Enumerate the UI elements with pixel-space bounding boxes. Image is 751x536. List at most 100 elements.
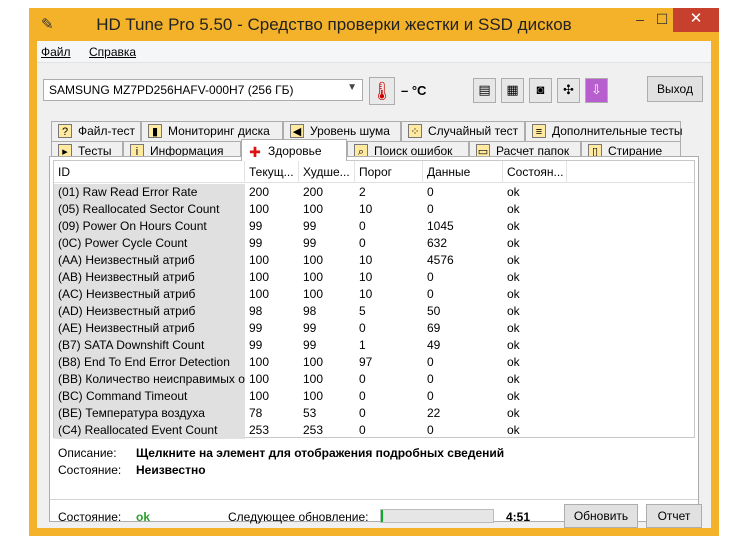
cell-id: (AE) Неизвестный атриб xyxy=(54,320,245,337)
cell-current: 99 xyxy=(249,321,263,335)
cell-worst: 99 xyxy=(303,219,317,233)
close-button[interactable]: ✕ xyxy=(673,8,719,32)
save-download-icon: ⇩ xyxy=(591,82,602,97)
cell-current: 200 xyxy=(249,185,270,199)
cell-data: 0 xyxy=(427,355,434,369)
table-row[interactable]: (AD) Неизвестный атриб 98 98 5 50 ok xyxy=(54,303,694,320)
table-row[interactable]: (BB) Количество неисправимых о 100 100 0 0 ok xyxy=(54,371,694,388)
drive-select[interactable]: SAMSUNG MZ7PD256HAFV-000H7 (256 ГБ) ▼ xyxy=(43,79,363,101)
table-row[interactable]: (C4) Reallocated Event Count 253 253 0 0 ok xyxy=(54,422,694,439)
cell-threshold: 10 xyxy=(359,270,373,284)
tab-label: Уровень шума xyxy=(310,124,390,138)
tab-label: Мониторинг диска xyxy=(168,124,270,138)
cell-data: 69 xyxy=(427,321,441,335)
save-button[interactable]: ⇩ xyxy=(585,78,608,103)
update-progress-bar xyxy=(380,509,494,523)
refresh-button[interactable]: Обновить xyxy=(564,504,638,528)
cell-id: (BC) Command Timeout xyxy=(54,388,245,405)
title-bar[interactable]: ✎ HD Tune Pro 5.50 - Средство проверки ж… xyxy=(29,8,719,41)
cell-status: ok xyxy=(507,202,520,216)
cell-worst: 99 xyxy=(303,338,317,352)
table-row[interactable]: (01) Raw Read Error Rate 200 200 2 0 ok xyxy=(54,184,694,201)
disk-monitor-icon: ▮ xyxy=(148,124,162,138)
cell-threshold: 0 xyxy=(359,236,366,250)
tab-noise-level[interactable]: ◀ Уровень шума xyxy=(283,121,401,141)
cell-data: 50 xyxy=(427,304,441,318)
cell-id: (C4) Reallocated Event Count xyxy=(54,422,245,439)
cell-status: ok xyxy=(507,406,520,420)
tab-label: Файл-тест xyxy=(78,124,136,138)
cell-data: 632 xyxy=(427,236,448,250)
tab-random-test[interactable]: ⁘ Случайный тест xyxy=(401,121,525,141)
cell-worst: 100 xyxy=(303,287,324,301)
table-row[interactable]: (BC) Command Timeout 100 100 0 0 ok xyxy=(54,388,694,405)
tab-label: Случайный тест xyxy=(428,124,519,138)
column-header-threshold[interactable]: Порог xyxy=(355,161,423,183)
menu-bar: Файл Справка xyxy=(37,41,711,63)
table-header: ID Текущ... Худше... Порог Данные Состоя… xyxy=(54,161,694,183)
screenshot-button[interactable]: ◙ xyxy=(529,78,552,103)
table-row[interactable]: (AC) Неизвестный атриб 100 100 10 0 ok xyxy=(54,286,694,303)
column-header-id[interactable]: ID xyxy=(54,161,245,183)
cell-threshold: 2 xyxy=(359,185,366,199)
tab-extra-tests[interactable]: ≡ Дополнительные тесты xyxy=(525,121,682,141)
smart-table[interactable]: ID Текущ... Худше... Порог Данные Состоя… xyxy=(53,160,695,439)
tab-file-test[interactable]: ? Файл-тест xyxy=(51,121,141,141)
menu-help[interactable]: Справка xyxy=(89,45,136,59)
attribute-state-value: Неизвестно xyxy=(136,463,206,477)
options-button[interactable]: ✣ xyxy=(557,78,580,103)
random-test-icon: ⁘ xyxy=(408,124,422,138)
progress-fill xyxy=(381,510,383,522)
cell-worst: 200 xyxy=(303,185,324,199)
table-row[interactable]: (0C) Power Cycle Count 99 99 0 632 ok xyxy=(54,235,694,252)
copy-text-icon: ▦ xyxy=(506,82,519,97)
table-row[interactable]: (B8) End To End Error Detection 100 100 97 0… xyxy=(54,354,694,371)
window-title: HD Tune Pro 5.50 - Средство проверки жес… xyxy=(96,15,572,34)
column-header-status[interactable]: Состоян... xyxy=(503,161,567,183)
tab-health[interactable]: ✚ Здоровье xyxy=(241,139,347,161)
health-cross-icon: ✚ xyxy=(248,144,262,160)
cell-status: ok xyxy=(507,372,520,386)
table-row[interactable]: (BE) Температура воздуха 78 53 0 22 ok xyxy=(54,405,694,422)
cell-status: ok xyxy=(507,253,520,267)
report-button[interactable]: Отчет xyxy=(646,504,702,528)
column-header-data[interactable]: Данные xyxy=(423,161,503,183)
maximize-button[interactable]: ☐ xyxy=(651,8,673,32)
table-row[interactable]: (AE) Неизвестный атриб 99 99 0 69 ok xyxy=(54,320,694,337)
column-header-current[interactable]: Текущ... xyxy=(245,161,299,183)
menu-file[interactable]: Файл xyxy=(41,45,71,59)
cell-current: 100 xyxy=(249,202,270,216)
cell-status: ok xyxy=(507,338,520,352)
table-row[interactable]: (AB) Неизвестный атриб 100 100 10 0 ok xyxy=(54,269,694,286)
cell-worst: 98 xyxy=(303,304,317,318)
copy-text-button[interactable]: ▦ xyxy=(501,78,524,103)
tab-disk-monitor[interactable]: ▮ Мониторинг диска xyxy=(141,121,283,141)
thermometer-icon: 🌡 xyxy=(369,77,395,105)
cell-id: (B8) End To End Error Detection xyxy=(54,354,245,371)
cell-id: (AA) Неизвестный атриб xyxy=(54,252,245,269)
description-value: Щелкните на элемент для отображения подр… xyxy=(136,446,505,460)
copy-info-button[interactable]: ▤ xyxy=(473,78,496,103)
cell-id: (AD) Неизвестный атриб xyxy=(54,303,245,320)
cell-worst: 253 xyxy=(303,423,324,437)
cell-data: 0 xyxy=(427,389,434,403)
cell-id: (B7) SATA Downshift Count xyxy=(54,337,245,354)
description-label: Описание: xyxy=(58,446,117,460)
cell-status: ok xyxy=(507,304,520,318)
table-row[interactable]: (AA) Неизвестный атриб 100 100 10 4576 ok xyxy=(54,252,694,269)
attribute-state-label: Состояние: xyxy=(58,463,122,477)
column-header-worst[interactable]: Худше... xyxy=(299,161,355,183)
cell-worst: 100 xyxy=(303,355,324,369)
table-row[interactable]: (09) Power On Hours Count 99 99 0 1045 ok xyxy=(54,218,694,235)
cell-worst: 100 xyxy=(303,253,324,267)
exit-button[interactable]: Выход xyxy=(647,76,703,102)
cell-id: (BE) Температура воздуха xyxy=(54,405,245,422)
cell-threshold: 10 xyxy=(359,202,373,216)
cell-id: (0C) Power Cycle Count xyxy=(54,235,245,252)
details-area: Описание: Щелкните на элемент для отобра… xyxy=(58,444,688,494)
table-row[interactable]: (B7) SATA Downshift Count 99 99 1 49 ok xyxy=(54,337,694,354)
extra-tests-icon: ≡ xyxy=(532,124,546,138)
cell-status: ok xyxy=(507,321,520,335)
table-row[interactable]: (05) Reallocated Sector Count 100 100 10 0 ok xyxy=(54,201,694,218)
cell-threshold: 10 xyxy=(359,253,373,267)
